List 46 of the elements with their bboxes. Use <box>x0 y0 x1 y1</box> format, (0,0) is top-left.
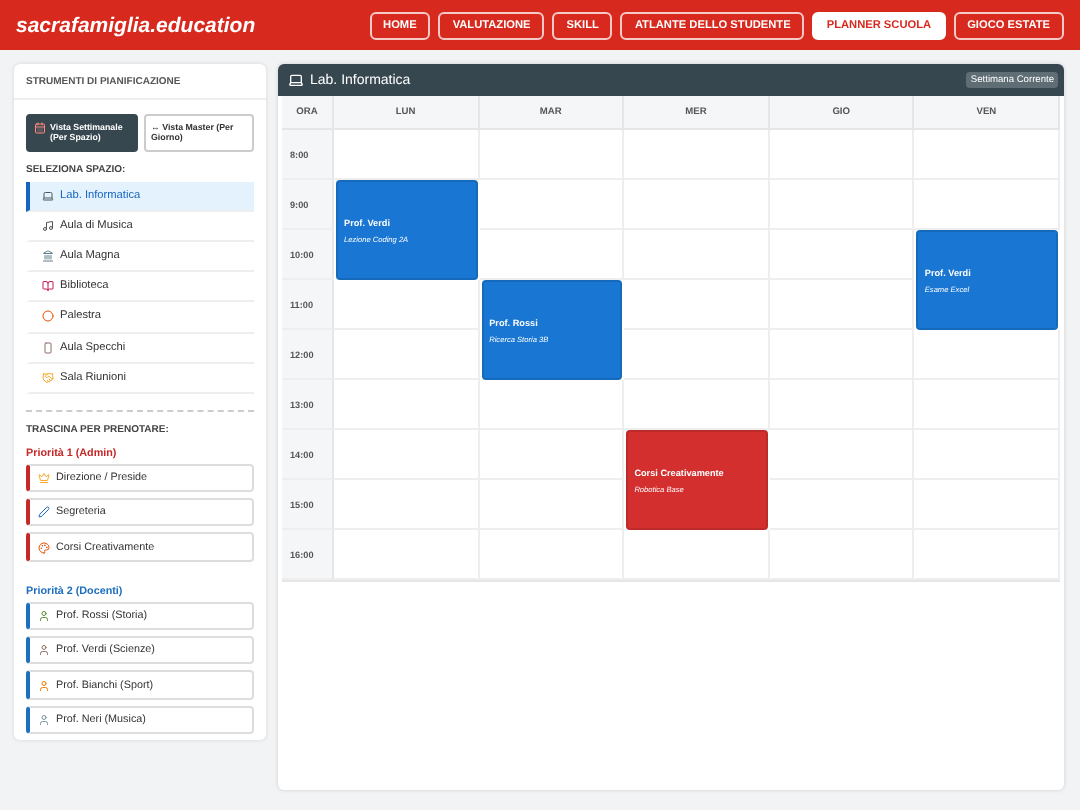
calendar-slot[interactable] <box>334 430 480 480</box>
calendar-icon <box>34 122 46 134</box>
calendar-slot[interactable] <box>914 130 1060 180</box>
calendar-slot[interactable] <box>769 430 915 480</box>
calendar-slot[interactable] <box>479 130 625 180</box>
calendar-slot[interactable] <box>624 130 770 180</box>
calendar-slot[interactable] <box>624 530 770 580</box>
item-icon <box>38 506 50 519</box>
calendar-slot[interactable] <box>334 480 480 530</box>
calendar-slot[interactable] <box>914 330 1060 380</box>
calendar-slot[interactable] <box>624 230 770 280</box>
calendar-slot[interactable] <box>334 380 480 430</box>
calendar-slot[interactable] <box>769 280 915 330</box>
brand-logo[interactable]: sacrafamiglia.education <box>16 13 256 37</box>
calendar-slot[interactable] <box>769 180 915 230</box>
calendar-slot[interactable] <box>624 330 770 380</box>
space-icon <box>42 310 54 323</box>
item-icon <box>38 472 50 485</box>
calendar-slot[interactable] <box>479 380 625 430</box>
space-icon <box>42 341 54 354</box>
calendar-slot[interactable] <box>769 130 915 180</box>
calendar-slot[interactable] <box>334 280 480 330</box>
calendar-slot[interactable] <box>334 330 480 380</box>
space-icon <box>42 219 54 232</box>
laptop-icon <box>288 72 304 88</box>
calendar-slot[interactable] <box>769 530 915 580</box>
person-icon <box>38 679 50 691</box>
space-icon <box>42 280 54 293</box>
person-icon <box>38 713 50 726</box>
calendar-slot[interactable] <box>769 380 915 430</box>
calendar-slot[interactable] <box>769 230 915 280</box>
calendar-slot[interactable] <box>479 180 625 230</box>
calendar-slot[interactable] <box>769 480 915 530</box>
person-icon <box>38 644 50 657</box>
space-icon <box>42 189 54 202</box>
calendar-slot[interactable] <box>479 530 625 580</box>
person-icon <box>38 609 50 622</box>
calendar-slot[interactable] <box>624 280 770 330</box>
item-icon <box>38 541 50 554</box>
calendar-slot[interactable] <box>479 430 625 480</box>
calendar-slot[interactable] <box>914 530 1060 580</box>
space-icon <box>42 371 54 384</box>
calendar-slot[interactable] <box>479 480 625 530</box>
calendar-slot[interactable] <box>334 530 480 580</box>
calendar-slot[interactable] <box>769 330 915 380</box>
space-icon <box>42 250 54 263</box>
